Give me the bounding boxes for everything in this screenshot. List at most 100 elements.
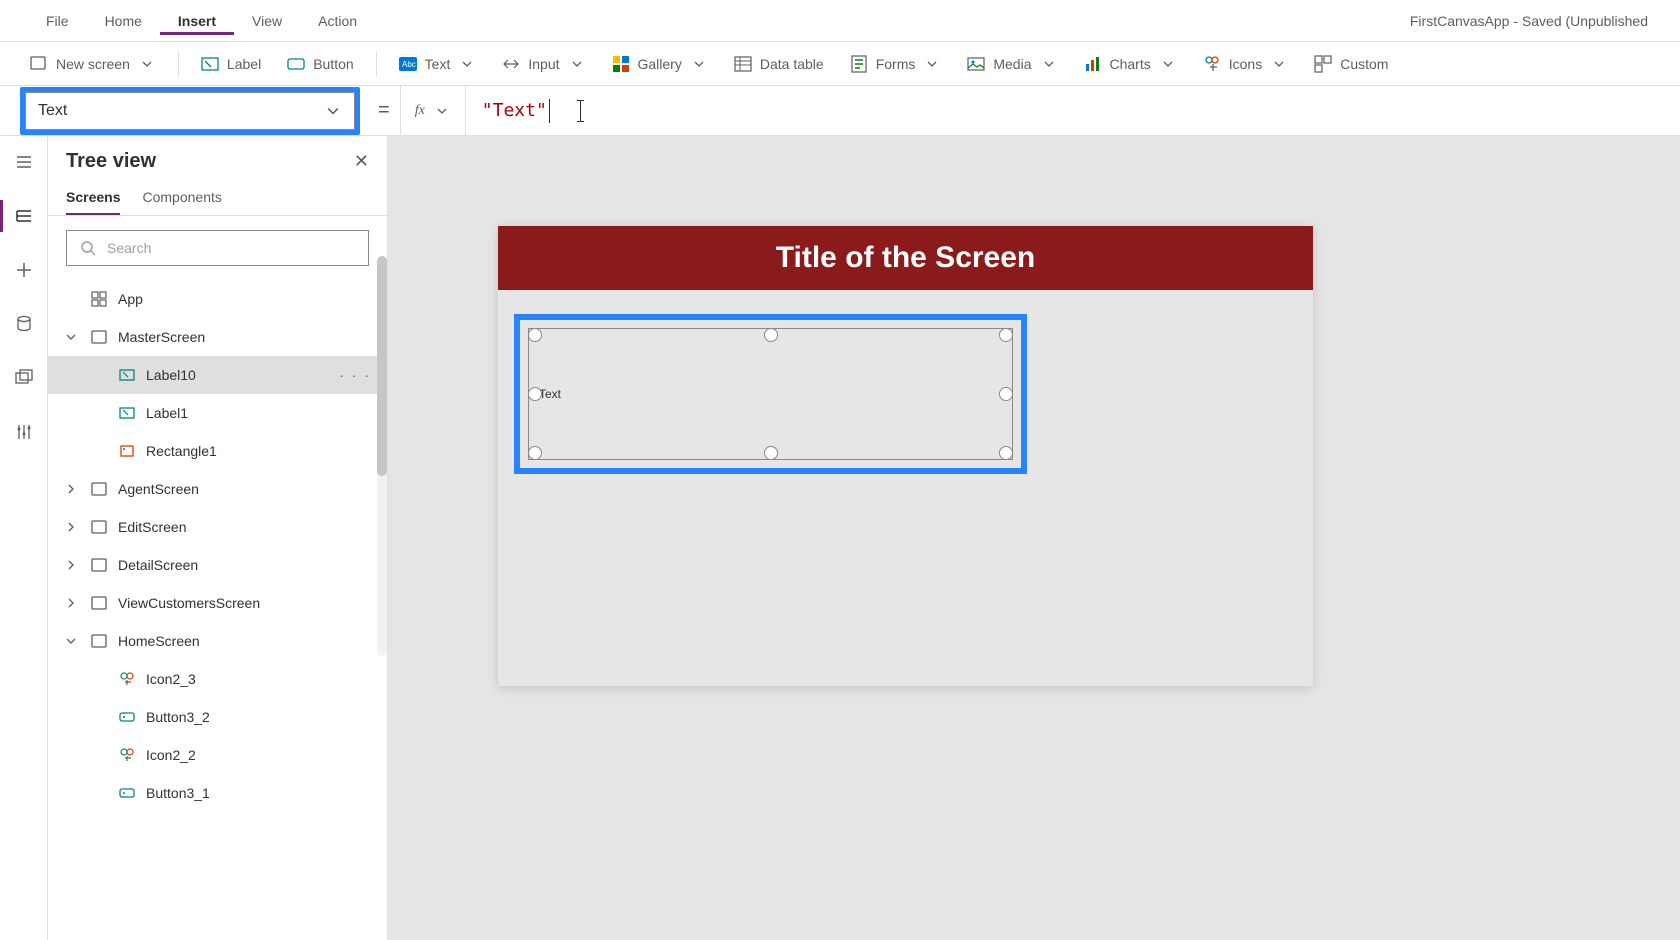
ibeam-cursor-icon — [580, 100, 581, 122]
rail-hamburger[interactable] — [12, 150, 36, 174]
text-caret — [549, 99, 550, 123]
tree-node-detailscreen[interactable]: DetailScreen — [48, 546, 387, 584]
chevron-down-icon — [1159, 55, 1177, 73]
text-icon: Abc — [399, 55, 417, 73]
icons-icon — [1203, 55, 1221, 73]
tree-node-app[interactable]: App — [48, 280, 387, 318]
rail-advanced[interactable] — [12, 420, 36, 444]
charts-dropdown[interactable]: Charts — [1074, 49, 1187, 79]
resize-handle-bot-right[interactable] — [999, 446, 1013, 460]
chevron-down-icon — [690, 55, 708, 73]
resize-handle-mid-right[interactable] — [999, 387, 1013, 401]
property-selector-value: Text — [38, 102, 67, 120]
tree-node-icon2_3[interactable]: Icon2_3 — [48, 660, 387, 698]
media-dropdown[interactable]: Media — [957, 49, 1067, 79]
expand-toggle[interactable] — [66, 598, 80, 608]
canvas[interactable]: Title of the Screen Text — [388, 136, 1680, 940]
property-selector-highlight: Text — [20, 87, 360, 135]
tree-node-label: Rectangle1 — [146, 443, 217, 459]
chevron-down-icon — [1270, 55, 1288, 73]
tree-list[interactable]: App MasterScreenLabel10· · · Label1 Rectang… — [48, 280, 387, 940]
screen-title-text: Title of the Screen — [776, 241, 1036, 275]
icons-label: Icons — [1229, 56, 1262, 72]
data-table-button[interactable]: Data table — [724, 49, 834, 79]
screen-icon — [90, 594, 108, 612]
tree-node-masterscreen[interactable]: MasterScreen — [48, 318, 387, 356]
menu-insert[interactable]: Insert — [160, 7, 234, 35]
new-screen-button[interactable]: New screen — [20, 49, 166, 79]
rail-data[interactable] — [12, 312, 36, 336]
screen-icon — [90, 556, 108, 574]
toolbar-separator — [376, 51, 377, 77]
menu-view[interactable]: View — [234, 7, 300, 35]
resize-handle-top-mid[interactable] — [764, 328, 778, 342]
resize-handle-bot-mid[interactable] — [764, 446, 778, 460]
selected-control-bounds[interactable]: Text — [528, 328, 1013, 460]
tree-node-label: Label1 — [146, 405, 188, 421]
expand-toggle[interactable] — [66, 332, 80, 342]
resize-handle-top-right[interactable] — [999, 328, 1013, 342]
formula-input[interactable]: "Text" — [466, 86, 1680, 135]
property-selector[interactable]: Text — [25, 92, 355, 130]
input-icon — [502, 55, 520, 73]
tree-node-rectangle1[interactable]: Rectangle1 — [48, 432, 387, 470]
input-dropdown[interactable]: Input — [492, 49, 595, 79]
tree-node-homescreen[interactable]: HomeScreen — [48, 622, 387, 660]
tree-node-button3_2[interactable]: Button3_2 — [48, 698, 387, 736]
insert-label-button[interactable]: Label — [191, 49, 271, 79]
gallery-dropdown[interactable]: Gallery — [602, 49, 718, 79]
forms-label: Forms — [876, 56, 916, 72]
tree-node-label: HomeScreen — [118, 633, 200, 649]
tree-node-label: App — [118, 291, 143, 307]
custom-dropdown[interactable]: Custom — [1304, 49, 1398, 79]
selected-control-highlight[interactable]: Text — [514, 314, 1027, 474]
scrollbar-thumb[interactable] — [377, 256, 387, 476]
tree-node-viewcustomersscreen[interactable]: ViewCustomersScreen — [48, 584, 387, 622]
expand-toggle[interactable] — [66, 484, 80, 494]
resize-handle-mid-left[interactable] — [528, 387, 542, 401]
menu-home[interactable]: Home — [87, 7, 160, 35]
tree-search-input[interactable]: Search — [66, 230, 369, 266]
forms-icon — [850, 55, 868, 73]
menu-action[interactable]: Action — [300, 7, 375, 35]
icons-dropdown[interactable]: Icons — [1193, 49, 1298, 79]
expand-toggle[interactable] — [66, 636, 80, 646]
insert-button-button[interactable]: Button — [277, 49, 363, 79]
iconctl-icon — [118, 670, 136, 688]
close-panel-button[interactable]: ✕ — [354, 151, 369, 172]
tree-node-label: AgentScreen — [118, 481, 199, 497]
tree-node-button3_1[interactable]: Button3_1 — [48, 774, 387, 812]
screen-stage[interactable]: Title of the Screen Text — [498, 226, 1313, 686]
tree-node-label1[interactable]: Label1 — [48, 394, 387, 432]
tree-node-label: DetailScreen — [118, 557, 198, 573]
rail-media[interactable] — [12, 366, 36, 390]
tree-node-label10[interactable]: Label10· · · — [48, 356, 387, 394]
text-dropdown[interactable]: Abc Text — [389, 49, 487, 79]
forms-dropdown[interactable]: Forms — [840, 49, 952, 79]
more-options-button[interactable]: · · · — [339, 367, 377, 383]
tree-node-editscreen[interactable]: EditScreen — [48, 508, 387, 546]
rail-tree-view[interactable] — [12, 204, 36, 228]
expand-toggle[interactable] — [66, 560, 80, 570]
tree-node-agentscreen[interactable]: AgentScreen — [48, 470, 387, 508]
tab-components[interactable]: Components — [142, 181, 221, 215]
tree-node-label: Icon2_2 — [146, 747, 196, 763]
expand-toggle[interactable] — [66, 522, 80, 532]
new-screen-label: New screen — [56, 56, 130, 72]
tree-node-label: EditScreen — [118, 519, 186, 535]
fx-button[interactable]: fx — [400, 86, 466, 135]
buttonctl-icon — [118, 708, 136, 726]
tree-node-icon2_2[interactable]: Icon2_2 — [48, 736, 387, 774]
resize-handle-top-left[interactable] — [528, 328, 542, 342]
tree-view-panel: Tree view ✕ Screens Components Search Ap… — [48, 136, 388, 940]
screen-title-bar: Title of the Screen — [498, 226, 1313, 290]
side-rail — [0, 136, 48, 940]
custom-icon — [1314, 55, 1332, 73]
resize-handle-bot-left[interactable] — [528, 446, 542, 460]
tab-screens[interactable]: Screens — [66, 181, 120, 215]
rect-icon — [118, 442, 136, 460]
insert-button-text: Button — [313, 56, 353, 72]
rail-insert[interactable] — [12, 258, 36, 282]
app-icon — [90, 290, 108, 308]
menu-file[interactable]: File — [28, 7, 87, 35]
